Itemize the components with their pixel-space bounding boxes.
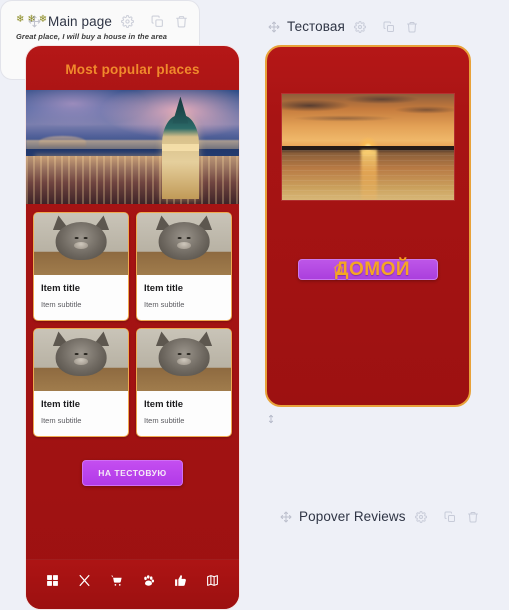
bottom-navigation-bar <box>26 559 239 609</box>
list-item[interactable]: Item title Item subtitle <box>136 212 232 321</box>
sunset-image-wrap <box>267 47 469 201</box>
list-item[interactable]: Item title Item subtitle <box>33 328 129 437</box>
card-title: Item title <box>144 283 184 294</box>
card-subtitle: Item subtitle <box>144 416 185 425</box>
gear-icon[interactable] <box>353 20 366 33</box>
panel-title: Тестовая <box>287 19 345 34</box>
gear-icon[interactable] <box>414 510 427 523</box>
kitten-image <box>34 329 128 391</box>
copy-icon[interactable] <box>383 21 395 33</box>
move-icon[interactable] <box>28 15 41 28</box>
move-icon[interactable] <box>280 511 292 523</box>
home-button-label: ДОМОЙ <box>334 258 411 280</box>
trash-icon[interactable] <box>467 511 479 523</box>
move-icon[interactable] <box>268 21 280 33</box>
card-title: Item title <box>41 283 81 294</box>
grid-icon[interactable] <box>46 574 59 587</box>
sunset-image <box>281 93 455 201</box>
hero-image-istanbul <box>26 90 239 204</box>
home-button[interactable]: ДОМОЙ <box>298 259 438 280</box>
kitten-image <box>137 329 231 391</box>
cta-row: НА ТЕСТОВУЮ <box>26 460 239 486</box>
card-body: Item title Item subtitle <box>34 275 128 320</box>
thumbs-up-icon[interactable] <box>174 574 187 587</box>
map-icon[interactable] <box>206 574 219 587</box>
card-title: Item title <box>41 399 81 410</box>
home-button-row: ДОМОЙ <box>267 259 469 280</box>
phone-preview-testovaya[interactable]: ДОМОЙ <box>265 45 471 407</box>
gear-icon[interactable] <box>120 15 134 28</box>
panel-title: Popover Reviews <box>299 509 406 524</box>
water-ripples <box>282 150 454 200</box>
panel-title: Main page <box>48 14 112 29</box>
panel-header-testovaya: Тестовая <box>268 19 418 34</box>
list-item[interactable]: Item title Item subtitle <box>136 328 232 437</box>
card-subtitle: Item subtitle <box>41 300 82 309</box>
star-icon: ❄ <box>16 14 25 25</box>
go-to-test-button[interactable]: НА ТЕСТОВУЮ <box>82 460 183 486</box>
panel-header-main-page: Main page <box>28 14 188 29</box>
card-grid: Item title Item subtitle Item title Item… <box>26 204 239 437</box>
card-subtitle: Item subtitle <box>41 416 82 425</box>
editor-canvas: Main page Тестовая Popover Reviews Most … <box>0 0 509 610</box>
review-text: Great place, I will buy a house in the a… <box>16 32 168 41</box>
vertical-resize-handle[interactable] <box>264 410 278 428</box>
screen-header-title: Most popular places <box>65 62 200 77</box>
galata-tower <box>162 115 199 200</box>
kitten-image <box>34 213 128 275</box>
sunset-photo-art <box>282 94 454 200</box>
card-body: Item title Item subtitle <box>34 391 128 436</box>
card-body: Item title Item subtitle <box>137 391 231 436</box>
card-subtitle: Item subtitle <box>144 300 185 309</box>
istanbul-photo-art <box>26 90 239 204</box>
trash-icon[interactable] <box>406 21 418 33</box>
paw-icon[interactable] <box>142 574 155 587</box>
cutlery-icon[interactable] <box>78 574 91 587</box>
list-item[interactable]: Item title Item subtitle <box>33 212 129 321</box>
kitten-image <box>137 213 231 275</box>
phone-preview-main-page[interactable]: Most popular places Item title Item subt… <box>25 45 240 610</box>
copy-icon[interactable] <box>444 511 456 523</box>
cart-icon[interactable] <box>110 574 123 587</box>
copy-icon[interactable] <box>151 15 164 28</box>
panel-header-popover-reviews: Popover Reviews <box>280 509 479 524</box>
card-body: Item title Item subtitle <box>137 275 231 320</box>
card-title: Item title <box>144 399 184 410</box>
trash-icon[interactable] <box>175 15 188 28</box>
clouds <box>282 94 454 147</box>
city-near <box>26 156 239 204</box>
